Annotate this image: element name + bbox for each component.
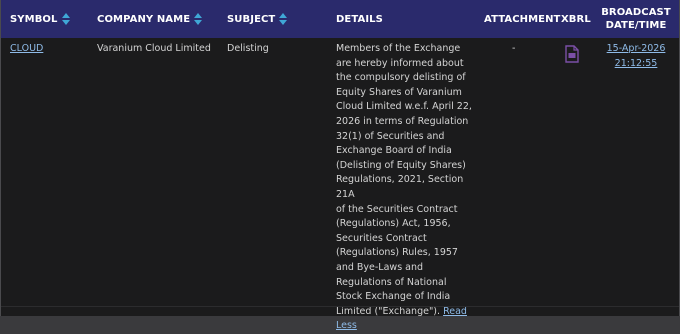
details-line: Members of the Exchange (336, 43, 461, 54)
details-line-text: Limited ("Exchange"). (336, 305, 441, 317)
sort-icon[interactable] (278, 12, 288, 26)
broadcast-datetime[interactable]: 15-Apr-2026 21:12:55 (601, 42, 671, 71)
header-company-label: COMPANY NAME (97, 13, 191, 25)
details-line: the compulsory delisting of (336, 72, 466, 84)
header-company[interactable]: COMPANY NAME (97, 0, 203, 38)
header-symbol[interactable]: SYMBOL (10, 0, 71, 38)
details-line: Stock Exchange of India (336, 291, 451, 303)
header-broadcast-line1: BROADCAST (601, 7, 671, 18)
header-details-label: DETAILS (336, 13, 383, 25)
row-divider (1, 306, 679, 307)
read-less-link-continued[interactable]: Less (336, 320, 357, 331)
details-line: Exchange Board of India (336, 145, 452, 157)
header-subject-label: SUBJECT (227, 13, 276, 25)
details-line: and Bye-Laws and (336, 261, 424, 273)
xbrl-document-icon[interactable] (564, 45, 580, 63)
details-text: Members of the Exchange are hereby infor… (336, 42, 472, 334)
header-broadcast-line2: DATE/TIME (605, 20, 667, 31)
details-line: (Regulations) Act, 1956, (336, 218, 451, 230)
header-xbrl-label: XBRL (561, 13, 591, 25)
details-line: (Delisting of Equity Shares) (336, 159, 466, 171)
header-attachment-label: ATTACHMENT (484, 13, 561, 25)
details-line: Equity Shares of Varanium (336, 86, 462, 98)
company-name: Varanium Cloud Limited (97, 43, 211, 54)
table-header: SYMBOL COMPANY NAME SUBJECT DETAILS ATTA… (1, 0, 679, 38)
broadcast-date[interactable]: 15-Apr-2026 (607, 43, 666, 54)
subject-text: Delisting (227, 43, 269, 54)
details-line: of the Securities Contract (336, 203, 458, 215)
header-attachment: ATTACHMENT (484, 0, 560, 38)
sort-icon[interactable] (193, 12, 203, 26)
details-line: (Regulations) Rules, 1957 (336, 247, 458, 259)
sort-icon[interactable] (61, 12, 71, 26)
header-symbol-label: SYMBOL (10, 13, 58, 25)
attachment-value: - (512, 43, 516, 54)
details-line: 32(1) of Securities and (336, 130, 445, 142)
read-less-link[interactable]: Read (443, 306, 467, 317)
header-subject[interactable]: SUBJECT (227, 0, 288, 38)
details-line: Securities Contract (336, 232, 427, 244)
header-xbrl: XBRL (561, 0, 591, 38)
symbol-link[interactable]: CLOUD (10, 43, 43, 54)
header-details: DETAILS (336, 0, 383, 38)
details-line: Cloud Limited w.e.f. April 22, (336, 101, 472, 113)
details-line: 2026 in terms of Regulation (336, 115, 469, 127)
details-line: Regulations, 2021, Section 21A (336, 174, 464, 200)
details-line: Regulations of National (336, 276, 447, 288)
header-broadcast: BROADCAST DATE/TIME (601, 0, 671, 38)
details-line: are hereby informed about (336, 57, 464, 69)
broadcast-time[interactable]: 21:12:55 (615, 58, 658, 69)
announcements-table: SYMBOL COMPANY NAME SUBJECT DETAILS ATTA… (0, 0, 680, 331)
